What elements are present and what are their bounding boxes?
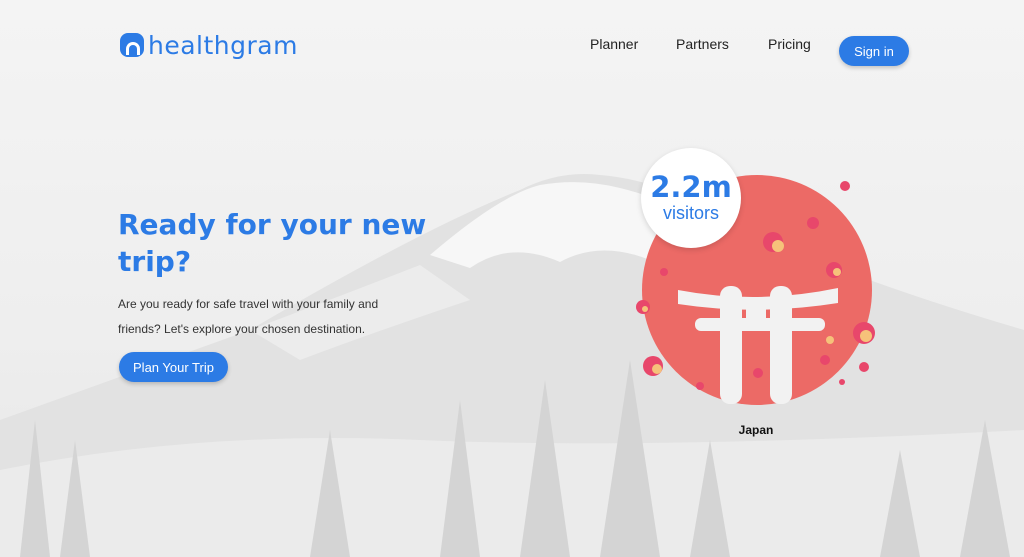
visitors-label: visitors [662,203,719,223]
visitors-count: 2.2m [650,170,732,204]
hero-description: Are you ready for safe travel with your … [118,297,379,336]
sign-in-button[interactable]: Sign in [839,36,909,66]
site-header: healthgram Planner Partners Pricing Sign… [0,0,1024,90]
hero-title: Ready for your new trip? [118,208,427,278]
nav-link-planner[interactable]: Planner [590,36,638,52]
h-logo-icon [120,33,144,57]
destination-country: Japan [738,423,774,437]
nav-link-partners[interactable]: Partners [676,36,729,52]
logo[interactable]: healthgram [120,28,298,62]
page: healthgram Planner Partners Pricing Sign… [0,0,1024,557]
visitors-badge: 2.2m visitors [641,148,741,248]
plan-trip-button[interactable]: Plan Your Trip [119,352,228,382]
logo-text: healthgram [148,30,298,60]
nav-link-pricing[interactable]: Pricing [768,36,811,52]
